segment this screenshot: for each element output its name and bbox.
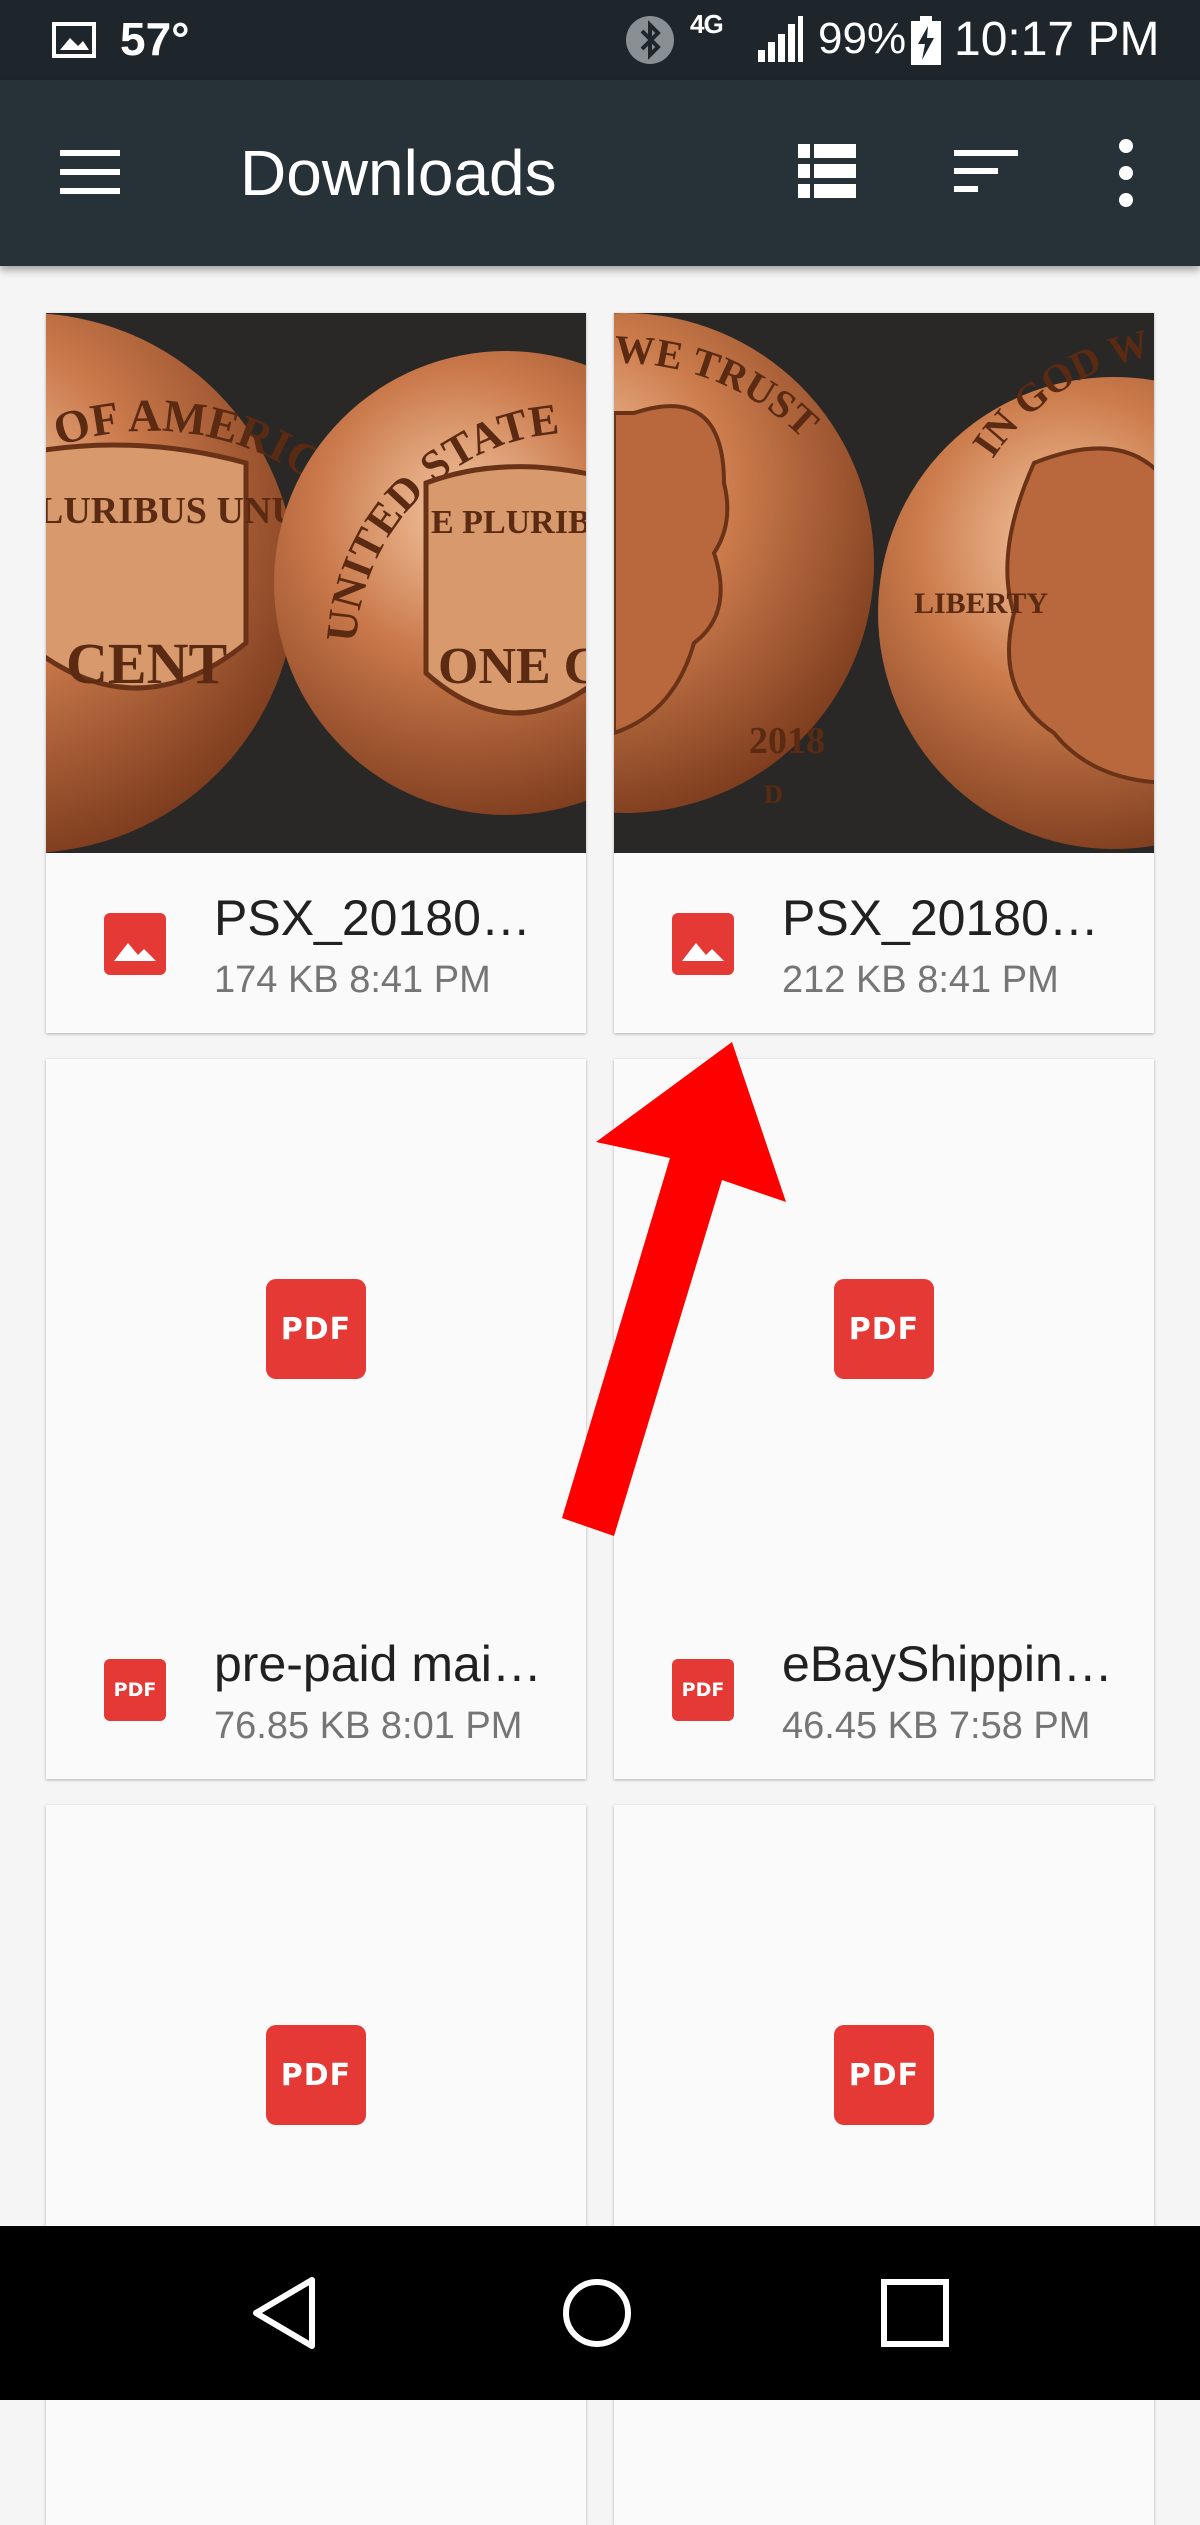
file-size: 174 KB	[214, 959, 339, 1001]
temperature-text: 57°	[120, 13, 190, 65]
file-size: 76.85 KB	[214, 1705, 371, 1747]
image-thumbnail: WE TRUST 2018 D IN GOD W LIBERTY	[614, 313, 1154, 853]
coin-text: D	[764, 780, 783, 809]
status-bar: 57° 4G 99% 10:17 PM	[0, 0, 1200, 80]
pdf-preview-icon: PDF	[266, 1279, 366, 1379]
menu-icon[interactable]	[56, 144, 126, 200]
file-time: 8:01 PM	[380, 1705, 523, 1747]
coin-text: E PLURIBUS	[431, 504, 586, 541]
pdf-file-icon: PDF	[672, 1659, 734, 1721]
file-meta: 212 KB 8:41 PM	[782, 959, 1059, 1002]
coin-text: CENT	[66, 631, 227, 696]
coin-text: LIBERTY	[914, 587, 1048, 620]
file-name: eBayShippin…	[782, 1636, 1113, 1692]
more-vert-icon[interactable]	[1112, 138, 1140, 208]
file-time: 8:41 PM	[917, 959, 1059, 1001]
home-icon[interactable]	[560, 2276, 634, 2350]
file-card[interactable]: PDF PDF pre-paid mai… 76.85 KB 8:01 PM	[46, 1059, 586, 1779]
clock: 10:17 PM	[954, 13, 1160, 66]
pdf-preview-icon: PDF	[834, 2025, 934, 2125]
file-card[interactable]: PDF	[614, 1805, 1154, 2525]
file-info: PDF pre-paid mai… 76.85 KB 8:01 PM	[46, 1599, 586, 1779]
coin-text: ONE C	[438, 638, 586, 695]
file-size: 212 KB	[782, 959, 907, 1001]
pdf-file-icon: PDF	[104, 1659, 166, 1721]
file-time: 7:58 PM	[948, 1705, 1091, 1747]
image-file-icon	[672, 913, 734, 975]
network-type: 4G	[690, 9, 724, 39]
image-file-icon	[104, 913, 166, 975]
file-meta: 174 KB 8:41 PM	[214, 959, 491, 1002]
back-icon[interactable]	[250, 2276, 320, 2350]
file-info: PSX_20180… 212 KB 8:41 PM	[614, 853, 1154, 1033]
file-size: 46.45 KB	[782, 1705, 939, 1747]
coin-text: 2018	[749, 720, 825, 762]
file-info: PSX_20180… 174 KB 8:41 PM	[46, 853, 586, 1033]
bluetooth-icon	[626, 16, 674, 64]
image-icon	[52, 22, 96, 58]
file-name: PSX_20180…	[214, 890, 531, 946]
navigation-bar	[0, 2226, 1200, 2400]
red-arrow-annotation	[562, 1042, 786, 1536]
file-name: pre-paid mai…	[214, 1636, 542, 1692]
pdf-preview-icon: PDF	[266, 2025, 366, 2125]
battery-percent: 99%	[818, 14, 907, 63]
image-thumbnail: ES OF AMERICA LURIBUS UNUM CENT UNITED S…	[46, 313, 586, 853]
file-card[interactable]: ES OF AMERICA LURIBUS UNUM CENT UNITED S…	[46, 313, 586, 1033]
battery-charging-icon	[911, 16, 941, 65]
recents-icon[interactable]	[880, 2278, 950, 2348]
list-view-icon[interactable]	[796, 142, 858, 200]
page-title: Downloads	[240, 137, 557, 209]
file-card[interactable]: WE TRUST 2018 D IN GOD W LIBERTY PSX_201…	[614, 313, 1154, 1033]
sort-icon[interactable]	[952, 146, 1020, 196]
pdf-preview-icon: PDF	[834, 1279, 934, 1379]
file-meta: 46.45 KB 7:58 PM	[782, 1705, 1090, 1748]
signal-icon	[758, 16, 803, 62]
file-info: PDF eBayShippin… 46.45 KB 7:58 PM	[614, 1599, 1154, 1779]
app-bar: Downloads	[0, 80, 1200, 266]
file-meta: 76.85 KB 8:01 PM	[214, 1705, 522, 1748]
file-name: PSX_20180…	[782, 890, 1099, 946]
file-time: 8:41 PM	[349, 959, 491, 1001]
file-card[interactable]: PDF	[46, 1805, 586, 2525]
